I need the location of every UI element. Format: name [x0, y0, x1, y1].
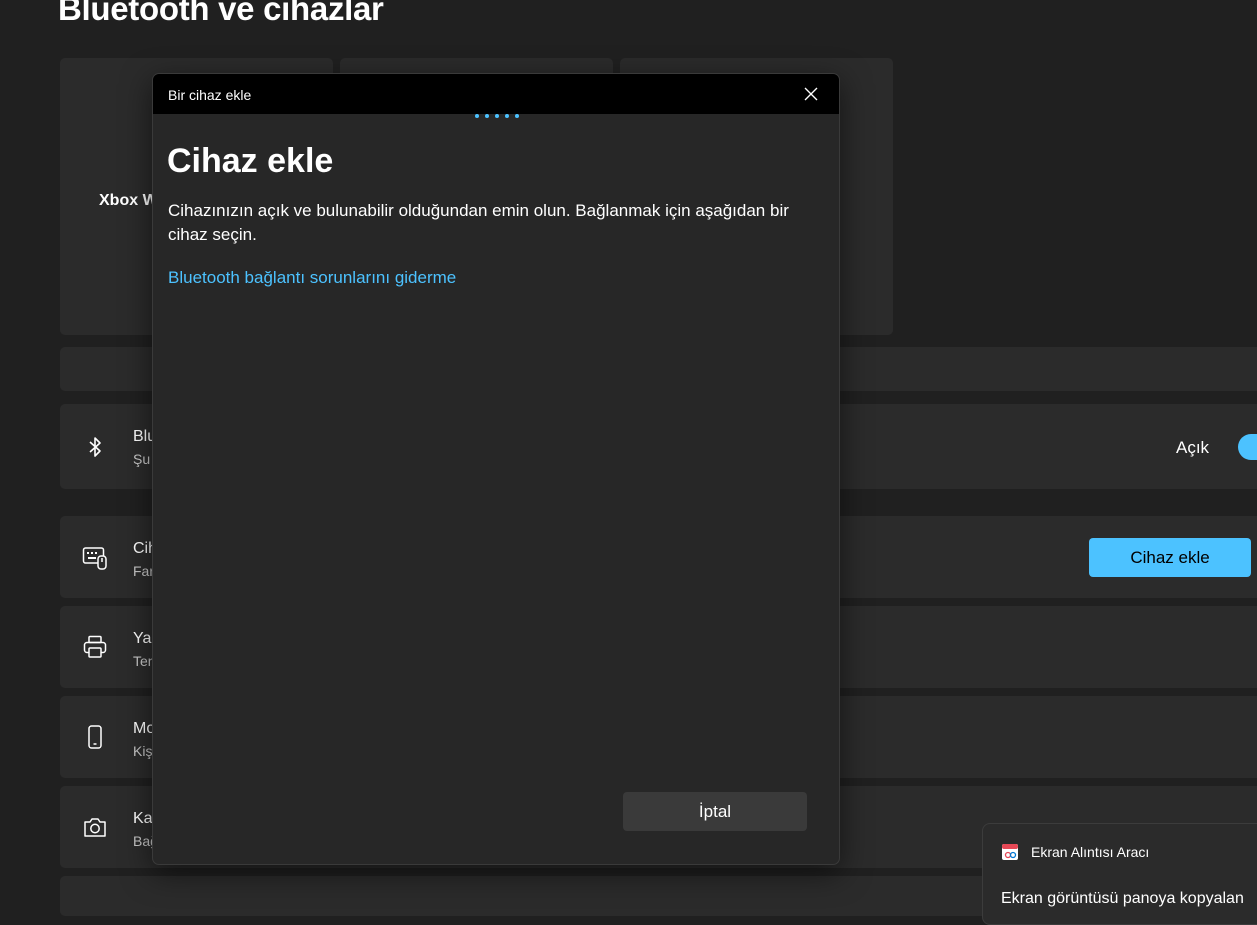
phone-icon [88, 725, 102, 749]
bluetooth-troubleshoot-link[interactable]: Bluetooth bağlantı sorunlarını giderme [168, 268, 456, 288]
camera-row-title: Ka [133, 810, 153, 827]
bluetooth-toggle[interactable] [1238, 434, 1257, 460]
add-device-button[interactable]: Cihaz ekle [1089, 538, 1251, 577]
snipping-tool-icon [1002, 844, 1018, 860]
devices-row-subtitle: Far [133, 563, 154, 579]
dialog-window-title: Bir cihaz ekle [168, 87, 252, 103]
snipping-tool-notification[interactable]: Ekran Alıntısı Aracı Ekran görüntüsü pan… [982, 823, 1257, 925]
page-title: Bluetooth ve cihazlar [58, 0, 384, 27]
device-card-xbox-label: Xbox W [99, 192, 158, 209]
keyboard-mouse-icon [82, 547, 107, 570]
add-device-dialog: Bir cihaz ekle Cihaz ekle Cihazınızın aç… [152, 73, 840, 865]
cancel-button[interactable]: İptal [623, 792, 807, 831]
dialog-description: Cihazınızın açık ve bulunabilir olduğund… [168, 201, 789, 244]
close-icon[interactable] [801, 84, 821, 104]
notification-app-name: Ekran Alıntısı Aracı [1031, 844, 1150, 860]
loading-dots-indicator [475, 114, 519, 118]
dialog-titlebar[interactable]: Bir cihaz ekle [153, 74, 839, 114]
notification-message: Ekran görüntüsü panoya kopyalan [1001, 890, 1244, 907]
printer-icon [83, 635, 107, 658]
mobile-row-subtitle: Kiş [133, 743, 153, 759]
bluetooth-row-subtitle: Şu [133, 451, 151, 467]
bluetooth-state-label: Açık [1176, 438, 1210, 457]
dialog-heading: Cihaz ekle [167, 142, 334, 180]
camera-icon [84, 818, 106, 837]
bluetooth-icon [89, 437, 101, 457]
